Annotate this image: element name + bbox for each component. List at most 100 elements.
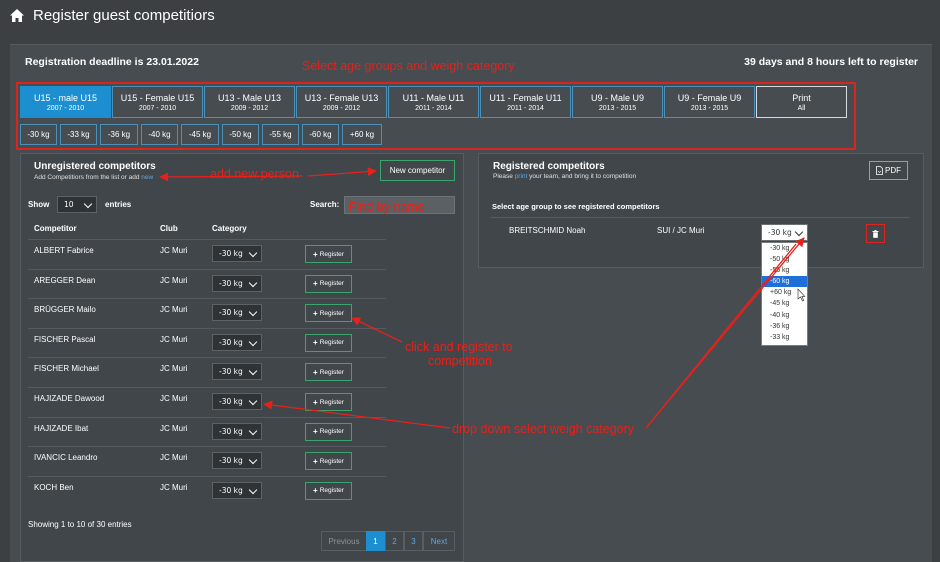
category-select[interactable]: -30 kg [212, 393, 262, 410]
dropdown-option[interactable]: -33 kg [762, 332, 807, 343]
weight-button[interactable]: +60 kg [342, 124, 382, 145]
age-group-tab[interactable]: U11 - Female U11 2011 - 2014 [480, 86, 571, 118]
pagination-previous[interactable]: Previous [321, 531, 367, 551]
weight-button[interactable]: -36 kg [100, 124, 138, 145]
category-select[interactable]: -30 kg [212, 422, 262, 440]
pdf-label: PDF [885, 166, 901, 175]
print-all-tab[interactable]: Print All [756, 86, 847, 118]
pdf-button[interactable]: PDF [869, 161, 908, 180]
competitor-club: JC Muri [160, 482, 188, 492]
weight-button[interactable]: -45 kg [181, 124, 219, 145]
row-divider [28, 327, 386, 329]
age-group-years: All [797, 104, 806, 112]
unregistered-subtitle-text: Add Competitiors from the list or add [34, 174, 142, 181]
age-group-years: 2013 - 2015 [690, 104, 729, 112]
register-button[interactable]: + Register [305, 422, 352, 441]
age-group-years: 2007 - 2010 [46, 104, 85, 112]
category-select[interactable]: -30 kg [212, 452, 262, 470]
weight-button[interactable]: -60 kg [302, 124, 339, 145]
competitor-club: JC Muri [160, 364, 188, 374]
age-group-tab[interactable]: U13 - Male U13 2009 - 2012 [204, 86, 295, 118]
unregistered-title: Unregistered competitors [34, 161, 156, 172]
weight-button[interactable]: -55 kg [262, 124, 299, 145]
category-select[interactable]: -30 kg [212, 333, 262, 351]
weight-button[interactable]: -50 kg [222, 124, 259, 145]
weight-button[interactable]: -30 kg [20, 124, 57, 145]
weight-button[interactable]: -40 kg [141, 124, 178, 145]
row-divider [28, 239, 386, 240]
delete-button[interactable] [866, 224, 885, 243]
plus-icon: + [313, 456, 318, 466]
age-group-name: U9 - Male U9 [590, 92, 644, 103]
age-group-tab[interactable]: U9 - Male U9 2013 - 2015 [572, 86, 663, 118]
age-group-years: 2007 - 2010 [138, 104, 177, 112]
competitor-club: JC Muri [160, 423, 188, 433]
age-group-tab[interactable]: U11 - Male U11 2011 - 2014 [388, 86, 479, 118]
page-title: Register guest competitiors [33, 6, 215, 24]
age-group-years: 2009 - 2012 [322, 104, 361, 112]
category-select[interactable]: -30 kg [212, 274, 262, 292]
chevron-down-icon [248, 248, 258, 258]
add-new-link[interactable]: new [141, 174, 153, 181]
competitor-name: IVANCIC Leandro [34, 453, 98, 463]
weight-button[interactable]: -33 kg [60, 124, 97, 145]
category-value: -30 kg [219, 308, 243, 318]
pagination-next[interactable]: Next [423, 531, 455, 551]
dropdown-option[interactable]: -50 kg [762, 254, 807, 265]
dropdown-option[interactable]: -60 kg [762, 276, 807, 288]
register-button[interactable]: + Register [305, 393, 352, 411]
top-bar: Register guest competitiors [0, 0, 940, 30]
chevron-down-icon [248, 278, 258, 287]
entries-label: entries [105, 200, 132, 209]
competitor-club: JC Muri [160, 305, 188, 315]
age-group-tab[interactable]: U15 - Female U15 2007 - 2010 [112, 86, 203, 118]
competitor-name: AREGGER Dean [34, 275, 96, 285]
plus-icon: + [313, 427, 318, 437]
age-group-tab[interactable]: U13 - Female U13 2009 - 2012 [296, 86, 387, 118]
home-icon[interactable] [10, 8, 24, 22]
entries-select-value: 10 [64, 200, 74, 209]
register-button[interactable]: + Register [305, 274, 352, 293]
register-button[interactable]: + Register [305, 452, 352, 471]
weight-dropdown-list[interactable]: -30 kg -50 kg -55 kg -60 kg +60 kg -45 kg -40 … [761, 242, 808, 346]
register-button[interactable]: + Register [305, 245, 352, 263]
plus-icon: + [313, 308, 318, 318]
column-header-category: Category [212, 224, 247, 233]
dropdown-option[interactable]: -45 kg [762, 298, 807, 309]
dropdown-option[interactable]: +60 kg [762, 287, 807, 298]
category-select[interactable]: -30 kg [212, 481, 262, 499]
entries-select[interactable]: 10 [57, 196, 97, 213]
register-button[interactable]: + Register [305, 333, 352, 352]
registered-instruction: Select age group to see registered compe… [492, 202, 660, 211]
print-link[interactable]: print [515, 173, 528, 180]
row-divider [28, 387, 386, 388]
registered-category-select[interactable]: -30 kg [761, 224, 808, 241]
pagination-page-1[interactable]: 1 [366, 531, 385, 551]
pagination-page-2[interactable]: 2 [385, 531, 404, 551]
plus-icon: + [313, 486, 318, 496]
category-select[interactable]: -30 kg [212, 245, 262, 262]
category-select[interactable]: -30 kg [212, 304, 262, 322]
registered-name: BREITSCHMID Noah [509, 226, 586, 235]
row-divider [490, 217, 910, 218]
dropdown-option[interactable]: -36 kg [762, 321, 807, 332]
category-value: -30 kg [219, 278, 243, 288]
age-group-tab[interactable]: U15 - male U15 2007 - 2010 [20, 86, 111, 118]
register-label: Register [319, 487, 344, 495]
competitor-name: KOCH Ben [34, 482, 74, 492]
competitor-name: BRÜGGER Mailo [34, 305, 96, 315]
age-group-tab[interactable]: U9 - Female U9 2013 - 2015 [664, 86, 755, 118]
dropdown-option[interactable]: -30 kg [762, 243, 807, 254]
new-competitor-button[interactable]: New competitor [380, 160, 455, 181]
trash-icon [872, 229, 879, 238]
category-select[interactable]: -30 kg [212, 363, 262, 381]
chevron-down-icon [248, 337, 258, 347]
chevron-down-icon [248, 485, 258, 495]
dropdown-option[interactable]: -55 kg [762, 265, 807, 276]
register-button[interactable]: + Register [305, 363, 352, 382]
pagination-page-3[interactable]: 3 [404, 531, 423, 551]
register-button[interactable]: + Register [305, 304, 352, 323]
dropdown-option[interactable]: -40 kg [762, 310, 807, 321]
register-button[interactable]: + Register [305, 481, 352, 500]
file-pdf-icon [876, 166, 883, 175]
